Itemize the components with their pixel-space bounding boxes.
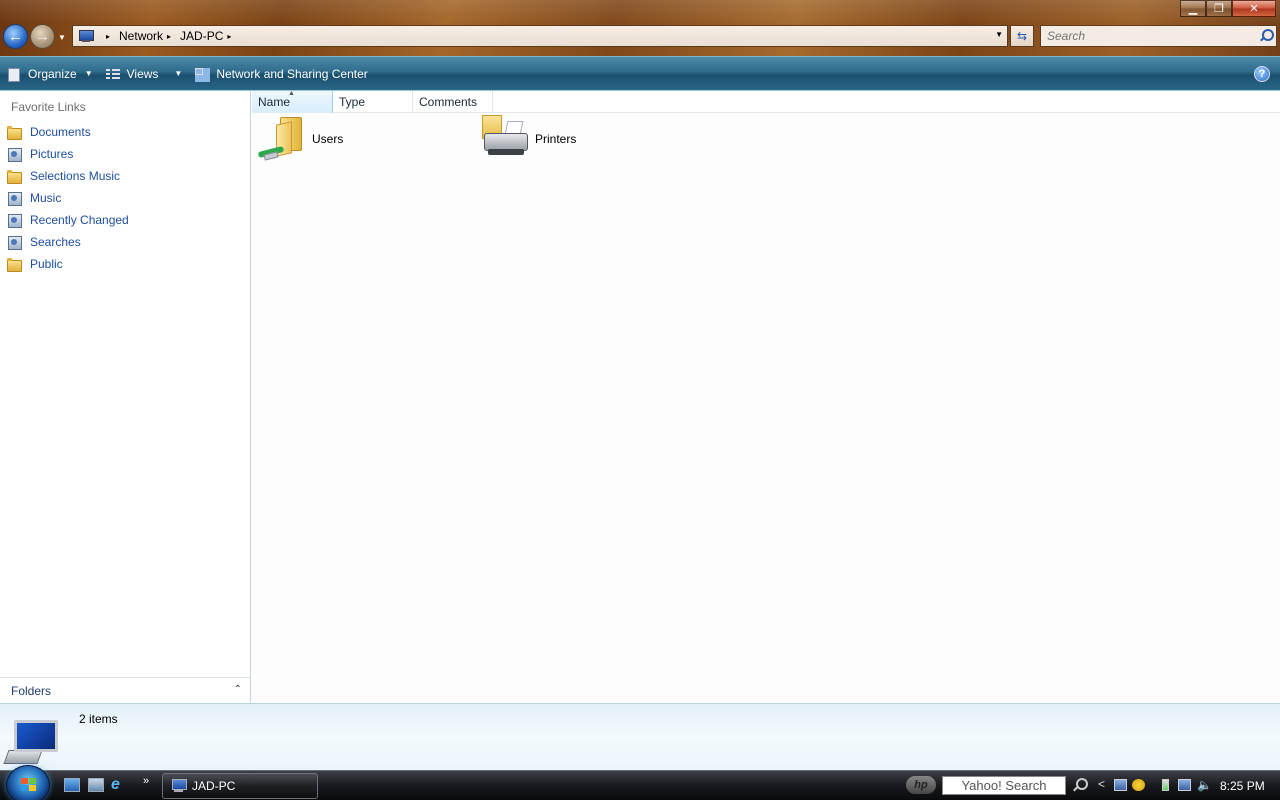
item-label: Users xyxy=(312,132,344,146)
breadcrumb-root-separator[interactable]: ▸ xyxy=(102,32,119,41)
folders-toggle[interactable]: Folders ⌃ xyxy=(0,677,250,703)
file-list-pane: ▲ Name Type Comments Users Printers xyxy=(252,90,1280,703)
network-sharing-center-button[interactable]: Network and Sharing Center xyxy=(188,60,373,88)
organize-button[interactable]: Organize ▼ xyxy=(0,60,99,88)
pictures-library-icon xyxy=(7,147,22,162)
volume-icon[interactable]: 🔈 xyxy=(1197,779,1212,791)
column-header-comments[interactable]: Comments xyxy=(413,91,493,113)
forward-button[interactable]: → xyxy=(30,24,55,49)
network-computer-icon xyxy=(171,779,187,793)
favorite-link-selections-music[interactable]: Selections Music xyxy=(0,165,250,187)
network-tray-icon[interactable] xyxy=(1178,779,1191,791)
column-header-name[interactable]: ▲ Name xyxy=(252,90,333,113)
hp-logo-icon[interactable]: hp xyxy=(906,776,936,794)
chevron-down-icon: ▼ xyxy=(84,69,93,78)
folder-icon xyxy=(7,169,22,184)
shared-folder-icon xyxy=(257,115,306,163)
title-bar: ▁ ❐ ✕ ← → ▼ ▸ Network ▸ JAD-PC ▸ ▼ ⇆ xyxy=(0,0,1280,56)
searches-icon xyxy=(7,235,22,250)
favorite-link-music[interactable]: Music xyxy=(0,187,250,209)
favorite-link-searches[interactable]: Searches xyxy=(0,231,250,253)
recent-pages-dropdown[interactable]: ▼ xyxy=(58,33,66,42)
list-item-users[interactable]: Users xyxy=(257,115,344,163)
address-dropdown-button[interactable]: ▼ xyxy=(995,30,1003,39)
network-computer-icon xyxy=(78,29,94,43)
sort-ascending-icon: ▲ xyxy=(288,90,295,97)
favorite-link-public[interactable]: Public xyxy=(0,253,250,275)
decorative-swoosh xyxy=(1150,704,1280,770)
search-box[interactable] xyxy=(1040,25,1277,47)
item-count: 2 items xyxy=(79,712,118,726)
clock[interactable]: 8:25 PM xyxy=(1220,779,1265,793)
column-headers: ▲ Name Type Comments xyxy=(252,90,1280,113)
search-input[interactable] xyxy=(1041,29,1251,43)
switch-windows-icon[interactable] xyxy=(88,778,104,792)
breadcrumb-jad-pc[interactable]: JAD-PC ▸ xyxy=(180,29,240,43)
tray-security-icon[interactable] xyxy=(1132,779,1145,791)
chevron-down-icon: ▼ xyxy=(174,69,183,78)
command-bar: Organize ▼ Views ▼ Network and Sharing C… xyxy=(0,56,1280,91)
back-arrow-icon: ← xyxy=(8,28,23,45)
quick-launch-more-button[interactable]: » xyxy=(143,775,149,787)
window-controls: ▁ ❐ ✕ xyxy=(1180,0,1276,17)
computer-icon xyxy=(3,718,58,766)
forward-arrow-icon: → xyxy=(35,28,50,45)
views-label: Views xyxy=(126,66,159,81)
favorite-links-heading: Favorite Links xyxy=(11,100,86,114)
windows-logo-icon xyxy=(21,778,37,792)
refresh-button[interactable]: ⇆ xyxy=(1010,25,1034,47)
recently-changed-icon xyxy=(7,213,22,228)
navigation-pane: Favorite Links Documents Pictures Select… xyxy=(0,91,251,703)
help-button[interactable]: ? xyxy=(1254,66,1270,82)
favorite-link-pictures[interactable]: Pictures xyxy=(0,143,250,165)
battery-icon[interactable] xyxy=(1162,779,1169,791)
organize-label: Organize xyxy=(28,66,77,81)
start-button[interactable] xyxy=(6,765,50,800)
item-label: Printers xyxy=(535,132,577,146)
address-bar[interactable]: ▸ Network ▸ JAD-PC ▸ ▼ xyxy=(72,25,1008,47)
printers-icon xyxy=(480,115,532,163)
minimize-button[interactable]: ▁ xyxy=(1180,0,1206,17)
network-center-label: Network and Sharing Center xyxy=(216,66,368,81)
close-button[interactable]: ✕ xyxy=(1232,0,1276,17)
music-library-icon xyxy=(7,191,22,206)
folders-label: Folders xyxy=(11,683,52,698)
column-header-type[interactable]: Type xyxy=(333,91,413,113)
views-button[interactable]: Views ▼ xyxy=(99,60,189,88)
maximize-button[interactable]: ❐ xyxy=(1206,0,1232,17)
yahoo-search-box[interactable]: Yahoo! Search xyxy=(942,776,1066,795)
details-pane: 2 items xyxy=(0,703,1280,770)
breadcrumb-network[interactable]: Network ▸ xyxy=(119,29,180,43)
folder-icon xyxy=(7,257,22,272)
organize-icon xyxy=(6,67,22,82)
search-icon[interactable] xyxy=(1259,29,1274,43)
show-hidden-icons-button[interactable]: < xyxy=(1098,777,1105,791)
internet-explorer-icon[interactable]: e xyxy=(111,777,127,793)
refresh-icon: ⇆ xyxy=(1016,29,1028,43)
back-button[interactable]: ← xyxy=(3,24,28,49)
favorite-link-documents[interactable]: Documents xyxy=(0,121,250,143)
show-desktop-icon[interactable] xyxy=(64,778,80,792)
taskbar-button-jad-pc[interactable]: JAD-PC xyxy=(162,773,318,799)
tray-display-icon[interactable] xyxy=(1114,779,1127,791)
folder-icon xyxy=(7,125,22,140)
network-center-icon xyxy=(194,67,210,81)
favorite-link-recently-changed[interactable]: Recently Changed xyxy=(0,209,250,231)
list-item-printers[interactable]: Printers xyxy=(480,115,576,163)
views-icon xyxy=(105,67,121,81)
favorite-links-list: Documents Pictures Selections Music Musi… xyxy=(0,121,250,275)
taskbar: e » JAD-PC hp Yahoo! Search < 🔈 8:25 PM xyxy=(0,765,1280,800)
search-icon[interactable] xyxy=(1072,778,1088,792)
chevron-up-icon: ⌃ xyxy=(233,684,242,695)
